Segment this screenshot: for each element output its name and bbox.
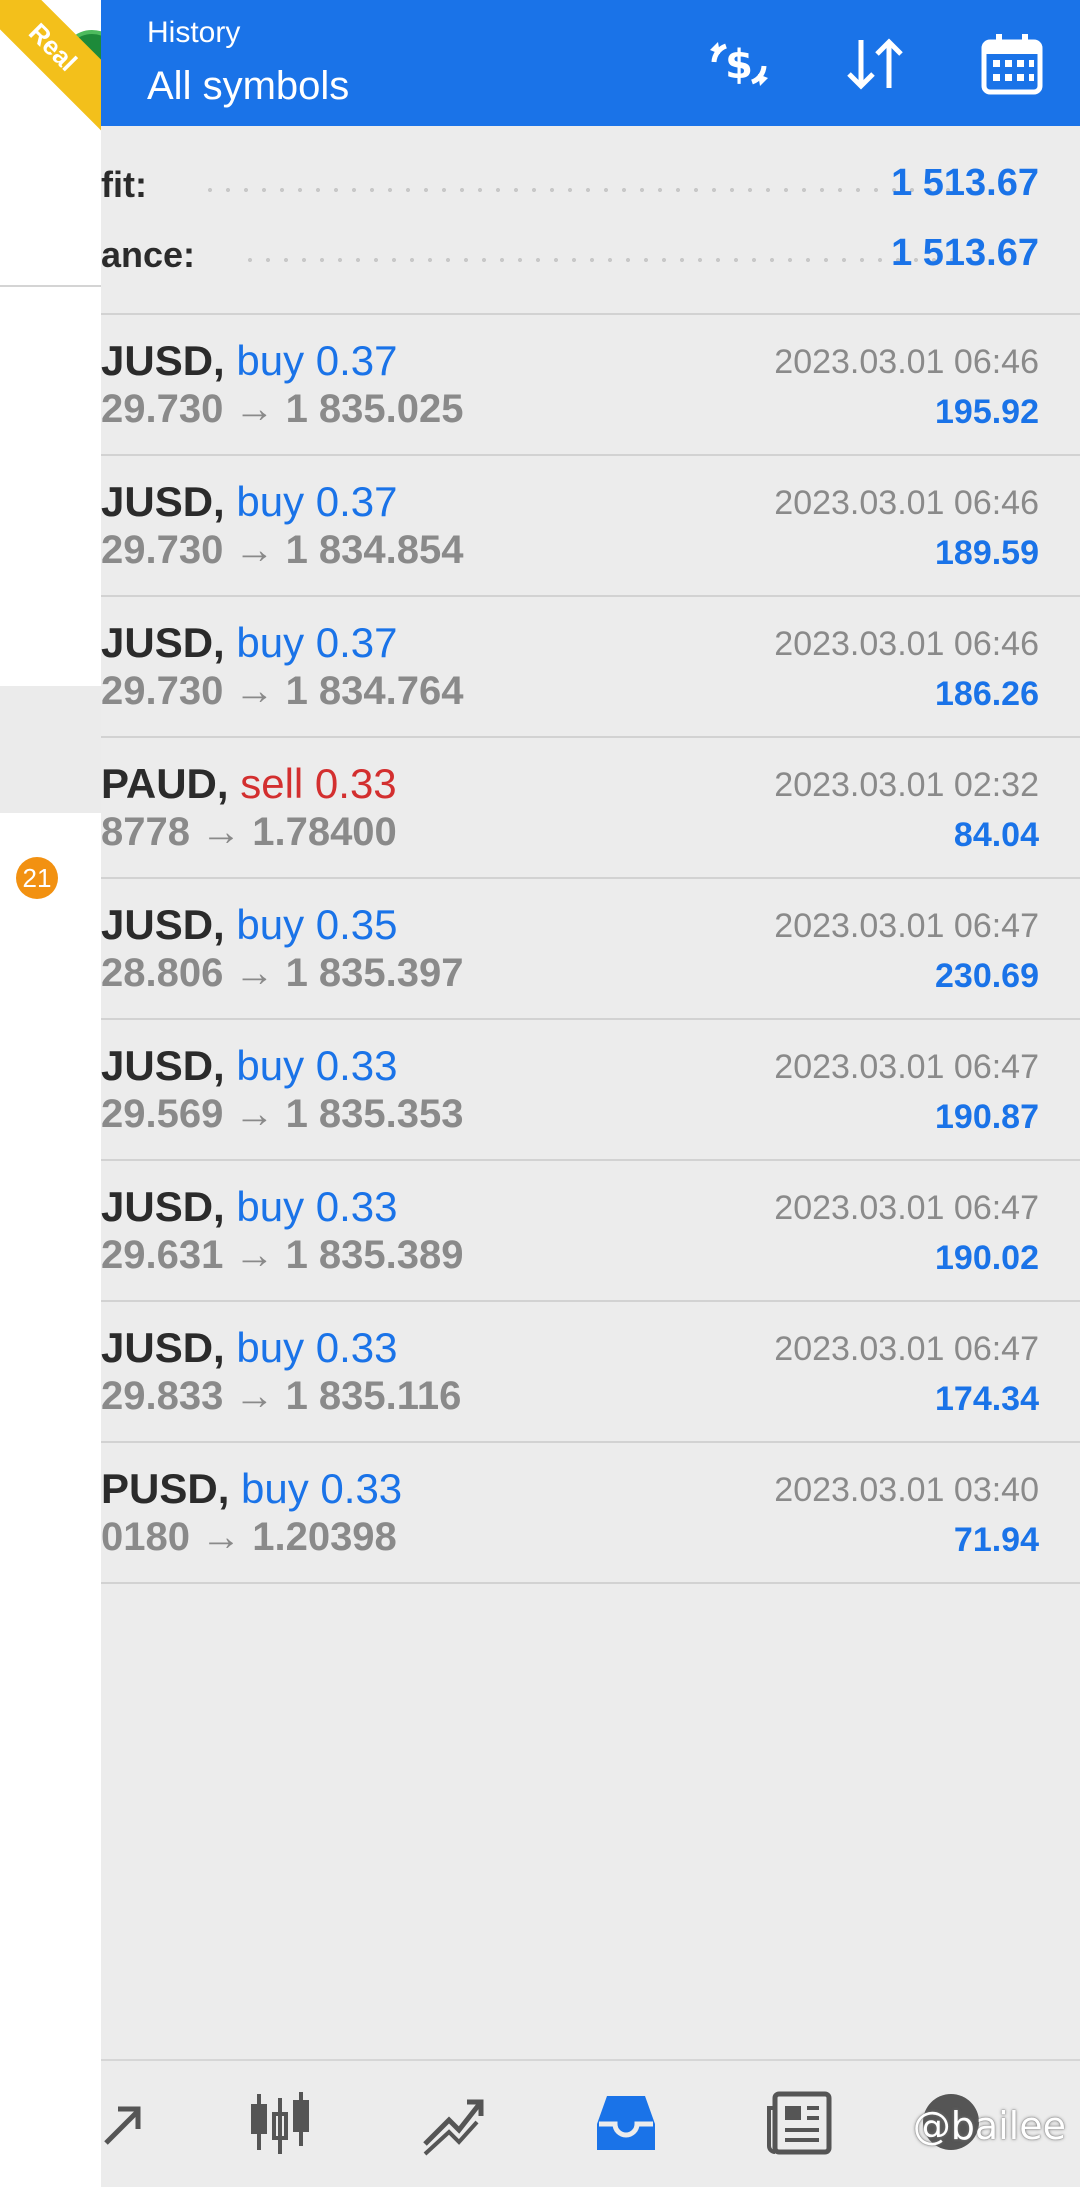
trade-profit: 190.87 (935, 1098, 1039, 1136)
trade-profit: 195.92 (935, 393, 1039, 431)
trade-row[interactable]: JUSD, buy 0.37 29.730 → 1 834.854 2023.0… (101, 456, 1080, 597)
trade-history-list: JUSD, buy 0.37 29.730 → 1 835.025 2023.0… (101, 315, 1080, 1584)
trade-symbol: JUSD, (101, 1324, 225, 1371)
trade-side: buy 0.35 (236, 901, 398, 948)
trade-symbol: JUSD, (101, 1183, 225, 1230)
trade-profit: 190.02 (935, 1239, 1039, 1277)
trade-row[interactable]: PAUD, sell 0.33 8778 → 1.78400 2023.03.0… (101, 738, 1080, 879)
trade-prices: 0180 → 1.20398 (101, 1515, 397, 1559)
profit-summary-row: fit: 1 513.67 (101, 158, 1080, 218)
trade-row[interactable]: JUSD, buy 0.35 28.806 → 1 835.397 2023.0… (101, 879, 1080, 1020)
trade-prices: 29.569 → 1 835.353 (101, 1092, 464, 1136)
trade-prices: 28.806 → 1 835.397 (101, 951, 464, 995)
balance-summary-row: ance: 1 513.67 (101, 228, 1080, 288)
trade-prices: 29.730 → 1 834.764 (101, 669, 464, 713)
trade-prices: 8778 → 1.78400 (101, 810, 397, 854)
trade-side: buy 0.33 (236, 1324, 398, 1371)
notification-badge: 21 (16, 857, 58, 899)
trade-row[interactable]: PUSD, buy 0.33 0180 → 1.20398 2023.03.01… (101, 1443, 1080, 1584)
trade-row[interactable]: JUSD, buy 0.33 29.569 → 1 835.353 2023.0… (101, 1020, 1080, 1161)
trade-time: 2023.03.01 06:46 (774, 625, 1039, 663)
trade-row[interactable]: JUSD, buy 0.33 29.631 → 1 835.389 2023.0… (101, 1161, 1080, 1302)
navigation-drawer[interactable]: Real 21 (0, 0, 101, 2187)
watermark: @bailee (912, 2104, 1066, 2148)
sort-icon[interactable] (840, 28, 912, 100)
history-inbox-icon[interactable] (586, 2083, 666, 2163)
calendar-icon[interactable] (976, 28, 1048, 100)
trade-side: buy 0.37 (236, 619, 398, 666)
trade-prices: 29.833 → 1 835.116 (101, 1374, 462, 1418)
dotted-leader (201, 188, 961, 192)
trade-symbol: PAUD, (101, 760, 229, 807)
trade-prices: 29.730 → 1 834.854 (101, 528, 464, 572)
drawer-selected-item[interactable] (0, 686, 101, 813)
dotted-leader (241, 258, 961, 262)
trade-prices: 29.730 → 1 835.025 (101, 387, 464, 431)
trade-profit: 71.94 (953, 1521, 1039, 1559)
trade-profit: 84.04 (953, 816, 1039, 854)
trade-symbol: JUSD, (101, 478, 225, 525)
balance-value: 1 513.67 (891, 232, 1039, 274)
trade-side: buy 0.33 (236, 1042, 398, 1089)
trade-symbol: JUSD, (101, 619, 225, 666)
trade-profit: 230.69 (935, 957, 1039, 995)
trade-symbol: JUSD, (101, 901, 225, 948)
trade-side: buy 0.33 (241, 1465, 403, 1512)
trade-time: 2023.03.01 06:47 (774, 907, 1039, 945)
account-type-ribbon: Real (0, 0, 101, 132)
svg-text:$: $ (725, 42, 753, 88)
trade-symbol: JUSD, (101, 1042, 225, 1089)
profit-label: fit: (101, 164, 147, 205)
currency-exchange-icon[interactable]: $ (703, 28, 775, 100)
trade-row[interactable]: JUSD, buy 0.37 29.730 → 1 834.764 2023.0… (101, 597, 1080, 738)
app-header: History All symbols $ (0, 0, 1080, 126)
trade-time: 2023.03.01 06:47 (774, 1330, 1039, 1368)
trade-row[interactable]: JUSD, buy 0.33 29.833 → 1 835.116 2023.0… (101, 1302, 1080, 1443)
trade-time: 2023.03.01 02:32 (774, 766, 1039, 804)
chart-candles-icon[interactable] (240, 2083, 320, 2163)
trade-time: 2023.03.01 06:47 (774, 1048, 1039, 1086)
trade-time: 2023.03.01 06:46 (774, 343, 1039, 381)
trade-row[interactable]: JUSD, buy 0.37 29.730 → 1 835.025 2023.0… (101, 315, 1080, 456)
trade-profit: 174.34 (935, 1380, 1039, 1418)
trade-side: buy 0.37 (236, 478, 398, 525)
header-subtitle: History (147, 16, 241, 49)
trade-side: buy 0.37 (236, 337, 398, 384)
trade-side: sell 0.33 (240, 760, 397, 807)
balance-label: ance: (101, 234, 196, 275)
analytics-icon[interactable] (414, 2083, 494, 2163)
trade-time: 2023.03.01 03:40 (774, 1471, 1039, 1509)
trade-prices: 29.631 → 1 835.389 (101, 1233, 464, 1277)
trade-symbol: PUSD, (101, 1465, 230, 1512)
drawer-divider (0, 285, 101, 287)
news-icon[interactable] (760, 2083, 840, 2163)
trade-profit: 186.26 (935, 675, 1039, 713)
trade-side: buy 0.33 (236, 1183, 398, 1230)
trade-profit: 189.59 (935, 534, 1039, 572)
profit-value: 1 513.67 (891, 162, 1039, 204)
trade-symbol: JUSD, (101, 337, 225, 384)
header-title[interactable]: All symbols (147, 64, 349, 109)
trade-time: 2023.03.01 06:47 (774, 1189, 1039, 1227)
trade-time: 2023.03.01 06:46 (774, 484, 1039, 522)
